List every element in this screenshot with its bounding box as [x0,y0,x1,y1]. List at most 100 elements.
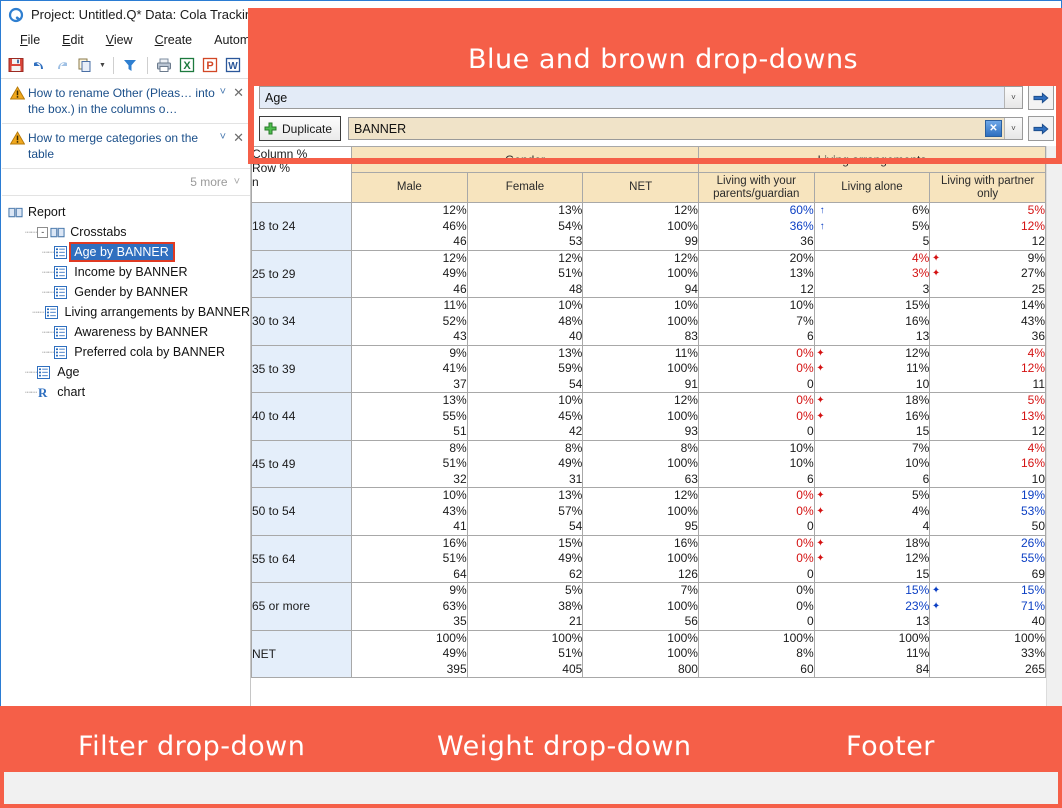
table-cell[interactable]: 13% 57% 54 [466,487,584,536]
table-cell[interactable]: 12% 100% 93 [582,392,699,441]
save-icon[interactable] [5,54,27,76]
row-header[interactable]: 55 to 64 [251,534,352,583]
menu-create[interactable]: Create [144,30,204,50]
table-cell[interactable]: 12% 51% 48 [466,249,584,298]
table-cell[interactable]: 10% 10% 6 [697,439,815,488]
table-cell[interactable]: 12% 49% 46 [351,249,468,298]
export-excel-icon[interactable]: X [176,54,198,76]
row-header[interactable]: 18 to 24 [251,202,352,251]
row-header[interactable]: 30 to 34 [251,297,352,346]
table-cell[interactable]: 0% ✦ 0% ✦ 0 [697,392,825,441]
tree-item-preferred-cola-by-banner[interactable]: ┈┈ Preferred cola by BANNER [8,342,250,362]
copy-dropdown-caret-icon[interactable]: ▼ [97,62,108,69]
row-header[interactable]: 45 to 49 [251,439,352,488]
row-header[interactable]: NET [251,629,352,678]
show-more-notifications[interactable]: 5 more ˅ [2,169,250,196]
tree-expander-toggle[interactable]: - [37,226,49,238]
table-cell[interactable]: 12% 100% 95 [582,487,699,536]
table-cell[interactable]: 0% ✦ 0% ✦ 0 [697,344,825,393]
table-cell[interactable]: 15% 16% 13 [813,297,931,346]
table-cell[interactable]: 11% 100% 91 [582,344,699,393]
close-icon[interactable]: ✕ [233,86,244,99]
export-word-icon[interactable]: W [222,54,244,76]
redo-icon[interactable] [51,54,73,76]
menu-edit[interactable]: Edit [51,30,95,50]
table-cell[interactable]: 12% 100% 99 [582,202,699,251]
column-header-female[interactable]: Female [466,172,584,203]
table-cell[interactable]: 7% 100% 56 [582,582,699,631]
table-cell[interactable]: 11% 52% 43 [351,297,468,346]
clear-x-icon[interactable]: ✕ [985,120,1002,137]
table-cell[interactable]: 8% 100% 63 [582,439,699,488]
table-cell[interactable]: 9% 27% 25 [929,249,1046,298]
tree-item-chart[interactable]: ┈┈ Rchart [8,382,250,402]
table-cell[interactable]: 9% 63% 35 [351,582,468,631]
notification-item[interactable]: How to rename Other (Pleas… into the box… [2,79,250,124]
table-cell[interactable]: 13% 55% 51 [351,392,468,441]
table-cell[interactable]: 0% 0% 0 [697,582,815,631]
table-cell[interactable]: 60% ↑ 36% ↑ 36 [697,202,825,251]
row-header[interactable]: 50 to 54 [251,487,352,536]
close-icon[interactable]: ✕ [233,131,244,144]
table-cell[interactable]: 9% 41% 37 [351,344,468,393]
tree-item-crosstabs[interactable]: ┈┈ - Crosstabs [8,222,250,242]
table-cell[interactable]: 13% 54% 53 [466,202,584,251]
notification-item[interactable]: How to merge categories on the table ˅ ✕ [2,124,250,169]
table-row[interactable]: NET 100% 49% 395 100% 51% 405 100% 100% 800 100% 8%… [251,629,1046,678]
chevron-down-icon[interactable]: ˅ [1004,118,1022,139]
table-cell[interactable]: 10% 7% 6 [697,297,815,346]
filter-icon[interactable] [119,54,141,76]
table-row[interactable]: 25 to 29 12% 49% 46 12% 51% 48 12% 100% 94 20% 13% 1… [251,249,1046,298]
table-row[interactable]: 35 to 39 9% 41% 37 13% 59% 54 11% 100% 91 0% ✦ 0% ✦ 0 1… [251,344,1056,393]
table-row[interactable]: 50 to 54 10% 43% 41 13% 57% 54 12% 100% 95 0% ✦ 0% ✦ 0… [251,487,1056,536]
chevron-down-icon[interactable]: ˅ [1004,87,1022,108]
column-header-living-with-your-parents-guardian[interactable]: Living with your parents/guardian [697,172,815,203]
table-cell[interactable]: 0% ✦ 0% ✦ 0 [697,487,825,536]
menu-file[interactable]: File [9,30,51,50]
column-header-net[interactable]: NET [582,172,699,203]
copy-icon[interactable] [74,54,96,76]
table-cell[interactable]: 7% 10% 6 [813,439,931,488]
table-cell[interactable]: 12% 46% 46 [351,202,468,251]
print-icon[interactable] [153,54,175,76]
table-cell[interactable]: 10% 45% 42 [466,392,584,441]
table-row[interactable]: 40 to 44 13% 55% 51 10% 45% 42 12% 100% 93 0% ✦ 0% ✦ 0… [251,392,1056,441]
row-header[interactable]: 65 or more [251,582,352,631]
row-header[interactable]: 25 to 29 [251,249,352,298]
table-row[interactable]: 55 to 64 16% 51% 64 15% 49% 62 16% 100% 126 0% ✦ 0% ✦… [251,534,1056,583]
table-cell[interactable]: 10% 48% 40 [466,297,584,346]
row-header[interactable]: 40 to 44 [251,392,352,441]
table-cell[interactable]: 100% 11% 84 [813,629,931,678]
table-cell[interactable]: 5%↓12%↓12 [929,202,1056,251]
table-cell[interactable]: 26%↑55%↑69 [929,534,1056,583]
tree-item-report[interactable]: Report [8,202,250,222]
table-cell[interactable]: 18% 16% 15 [813,392,931,441]
table-row[interactable]: 30 to 34 11% 52% 43 10% 48% 40 10% 100% 83 10% 7% 6 1… [251,297,1046,346]
table-cell[interactable]: 100% 8% 60 [697,629,815,678]
column-header-male[interactable]: Male [351,172,468,203]
table-cell[interactable]: 14% 43% 36 [929,297,1046,346]
table-cell[interactable]: 8% 51% 32 [351,439,468,488]
table-cell[interactable]: 8% 49% 31 [466,439,584,488]
table-cell[interactable]: 100% 51% 405 [466,629,584,678]
table-cell[interactable]: 4%↓12%↓11 [929,344,1056,393]
table-cell[interactable]: 5% 4% 4 [813,487,931,536]
chevron-down-icon[interactable]: ˅ [220,86,226,98]
table-cell[interactable]: 20% 13% 12 [697,249,815,298]
table-cell[interactable]: 10% 100% 83 [582,297,699,346]
export-powerpoint-icon[interactable]: P [199,54,221,76]
tree-item-income-by-banner[interactable]: ┈┈ Income by BANNER [8,262,250,282]
table-cell[interactable]: 13% 59% 54 [466,344,584,393]
table-cell[interactable]: 10% 43% 41 [351,487,468,536]
column-header-living-alone[interactable]: Living alone [813,172,931,203]
brown-go-button[interactable] [1028,116,1054,141]
table-cell[interactable]: 0% ✦ 0% ✦ 0 [697,534,825,583]
table-vertical-scrollbar[interactable] [1046,146,1062,774]
row-header[interactable]: 35 to 39 [251,344,352,393]
blue-dropdown[interactable]: Age ˅ [259,86,1023,109]
table-cell[interactable]: 5%↓13%↓12 [929,392,1056,441]
table-cell[interactable]: 5% 38% 21 [466,582,584,631]
table-row[interactable]: 18 to 24 12% 46% 46 13% 54% 53 12% 100% 99 60% ↑ 36%… [251,202,1056,251]
table-cell[interactable]: 100% 100% 800 [582,629,699,678]
table-cell[interactable]: 16% 51% 64 [351,534,468,583]
